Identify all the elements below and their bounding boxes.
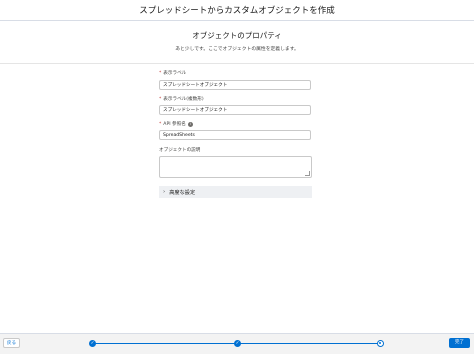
label-description: オブジェクトの説明 [159,147,200,153]
info-icon[interactable]: i [187,121,193,127]
display-label-input[interactable]: スプレッドシートオブジェクト [159,80,311,90]
required-marker: * [159,96,162,102]
field-label-text: オブジェクトの説明 [159,148,201,153]
chevron-right-icon: › [163,189,166,195]
step-1-check-icon: ✓ [89,340,96,347]
required-marker: * [159,70,162,76]
description-textarea[interactable] [159,156,312,178]
section-subtitle: あと少しです。ここでオブジェクトの属性を定義します。 [175,47,299,52]
section-header: オブジェクトのプロパティ あと少しです。ここでオブジェクトの属性を定義します。 [0,21,474,64]
done-button[interactable]: 完了 [449,338,470,348]
step-3-current-icon [377,340,384,347]
advanced-settings-toggle[interactable]: › 高度な設定 [159,186,312,198]
resize-handle-icon[interactable] [305,171,310,176]
field-label-text: 表示ラベル(複数形) [163,97,204,102]
api-name-input[interactable]: SpreadSheets [159,130,311,140]
label-api-name: * API 参照名 i [159,121,193,127]
back-button[interactable]: 戻る [3,338,20,348]
required-marker: * [159,121,162,127]
field-label-text: API 参照名 [163,122,186,127]
footer: 戻る ✓ ✓ 完了 [0,333,474,354]
advanced-settings-label: 高度な設定 [169,189,196,196]
header: スプレッドシートからカスタムオブジェクトを作成 [0,0,474,21]
section-title: オブジェクトのプロパティ [192,31,282,40]
step-2-check-icon: ✓ [234,340,241,347]
header-title: スプレッドシートからカスタムオブジェクトを作成 [139,6,335,16]
field-label-text: 表示ラベル [163,71,187,76]
plural-label-input[interactable]: スプレッドシートオブジェクト [159,105,311,115]
label-plural-label: * 表示ラベル(複数形) [159,96,204,103]
label-display-label: * 表示ラベル [159,70,187,77]
